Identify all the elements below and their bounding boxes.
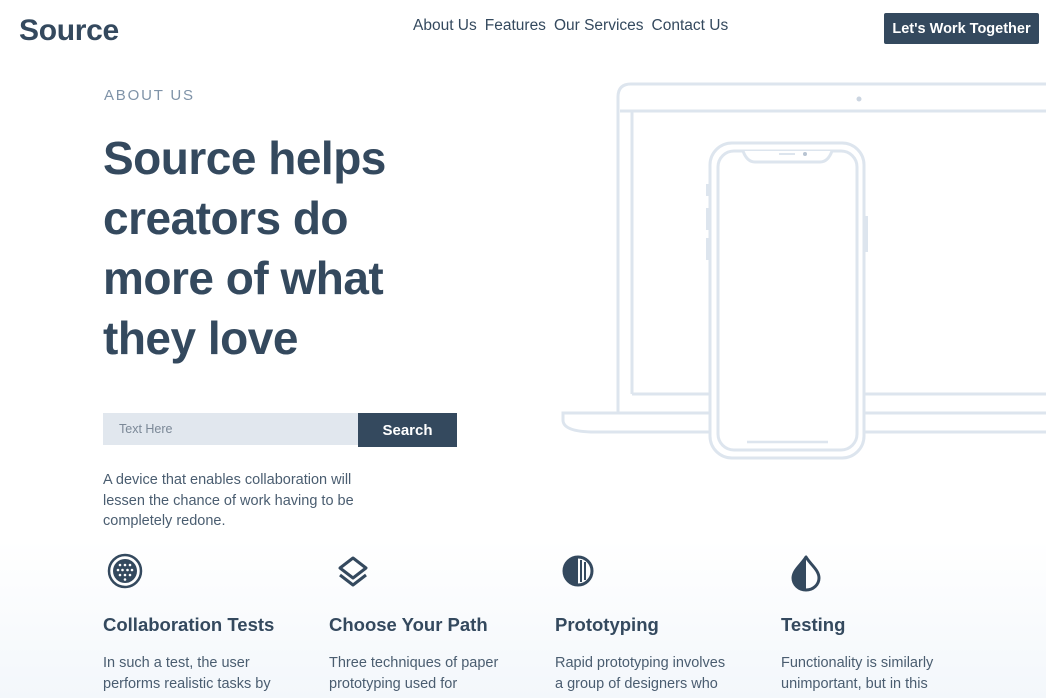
drop-half-icon [791, 555, 821, 592]
phone-outline-icon [706, 141, 868, 460]
nav-our-services[interactable]: Our Services [554, 17, 644, 35]
hero-description: A device that enables collaboration will… [103, 472, 354, 529]
feature-card-collaboration-tests: Collaboration Tests In such a test, the … [103, 552, 303, 695]
half-circle-lines-icon [562, 555, 594, 587]
feature-text: Rapid prototyping involves a group of de… [555, 655, 726, 698]
layers-icon [338, 556, 368, 587]
search-button[interactable]: Search [358, 413, 457, 447]
globe-grid-icon [107, 553, 143, 589]
feature-title: Prototyping [555, 614, 659, 635]
nav-contact-us[interactable]: Contact Us [652, 17, 729, 35]
feature-title: Collaboration Tests [103, 614, 275, 635]
webcam-dot [856, 96, 862, 102]
laptop-phone-illustration [561, 82, 1046, 460]
phone-camera-dot [803, 152, 807, 156]
main-nav: About Us Features Our Services Contact U… [413, 17, 728, 35]
section-eyebrow: ABOUT US [104, 87, 195, 104]
feature-text: Three techniques of paper prototyping us… [329, 655, 499, 698]
search-input[interactable] [103, 413, 358, 445]
feature-title: Testing [781, 614, 846, 635]
feature-text: In such a test, the user performs realis… [103, 655, 271, 692]
feature-title: Choose Your Path [329, 614, 488, 635]
nav-about-us[interactable]: About Us [413, 17, 477, 35]
feature-text: Functionality is similarly unimportant, … [781, 655, 934, 698]
feature-card-prototyping: Prototyping Rapid prototyping involves a… [555, 552, 755, 698]
brand-logo[interactable]: Source [19, 14, 119, 48]
feature-card-choose-your-path: Choose Your Path Three techniques of pap… [329, 552, 529, 698]
feature-card-testing: Testing Functionality is similarly unimp… [781, 552, 981, 698]
nav-features[interactable]: Features [485, 17, 546, 35]
work-together-button[interactable]: Let's Work Together [884, 13, 1039, 44]
hero-headline: Source helps creators do more of what th… [103, 132, 386, 364]
